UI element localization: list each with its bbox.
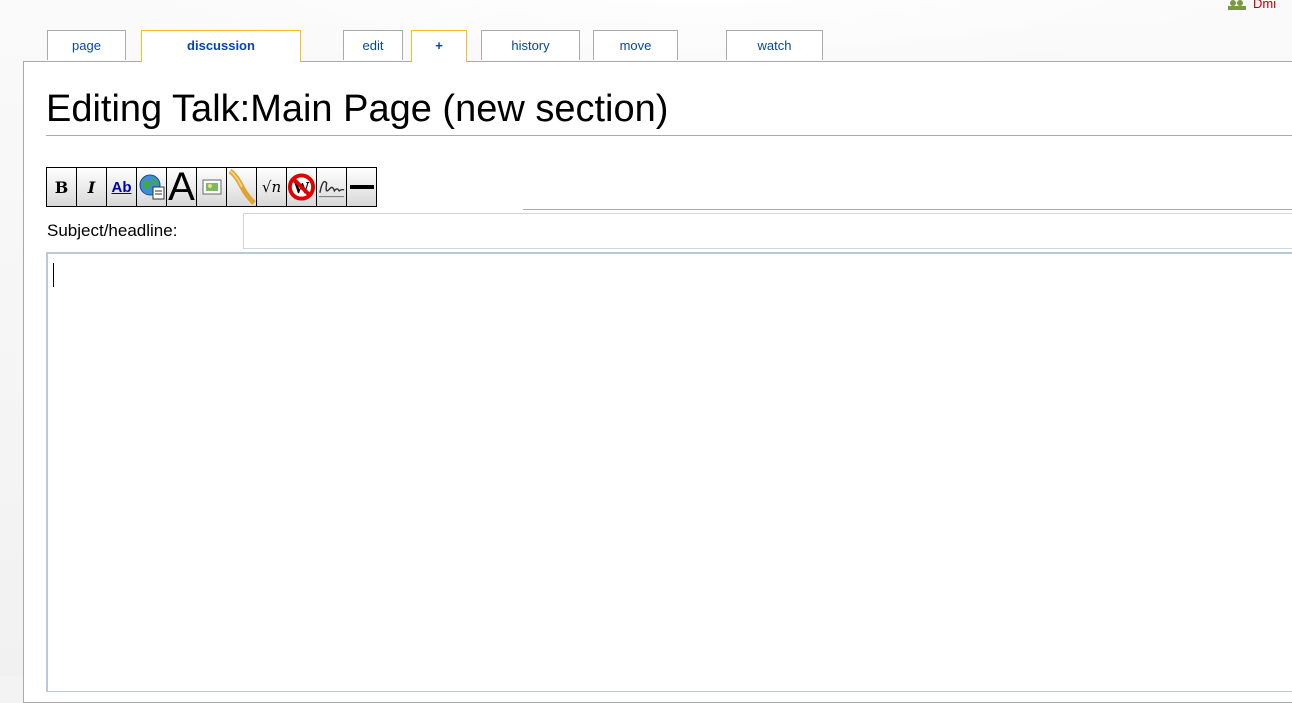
internal-link-button[interactable]: Ab (107, 168, 136, 206)
horizontal-line-icon (349, 185, 374, 189)
bold-icon: B (54, 177, 69, 197)
toolbar-divider (523, 209, 1292, 210)
subject-input[interactable] (243, 213, 1292, 249)
media-icon (228, 169, 256, 205)
nowiki-icon: W (287, 173, 316, 201)
globe-link-icon (139, 174, 164, 200)
math-icon: √n (261, 178, 282, 196)
subject-label: Subject/headline: (47, 221, 178, 240)
signature-button[interactable] (317, 168, 346, 206)
user-icon (1227, 0, 1247, 10)
page-title: Editing Talk:Main Page (new section) (46, 86, 1292, 136)
image-icon (202, 179, 221, 195)
media-button[interactable] (227, 168, 256, 206)
internal-link-icon: Ab (111, 178, 132, 196)
bold-button[interactable]: B (47, 168, 76, 206)
italic-icon: I (87, 177, 96, 197)
headline-button[interactable]: A (167, 165, 196, 209)
tab-history[interactable]: history (481, 30, 580, 60)
external-link-button[interactable] (137, 168, 166, 206)
edit-textarea[interactable] (46, 252, 1292, 692)
tab-discussion[interactable]: discussion (141, 30, 301, 62)
user-link[interactable]: Dmi (1227, 0, 1276, 11)
tab-page[interactable]: page (47, 30, 126, 60)
text-caret (53, 263, 54, 287)
signature-icon (318, 180, 345, 198)
math-button[interactable]: √n (257, 168, 286, 206)
italic-button[interactable]: I (77, 168, 106, 206)
tab-move[interactable]: move (593, 30, 678, 60)
tab-watch[interactable]: watch (726, 30, 823, 60)
user-name[interactable]: Dmi (1253, 0, 1276, 11)
headline-icon: A (168, 165, 195, 209)
tab-edit[interactable]: edit (343, 30, 403, 60)
image-button[interactable] (197, 168, 226, 206)
edit-toolbar: B I Ab A √n (46, 167, 377, 207)
tab-new-section[interactable]: + (411, 30, 467, 62)
nowiki-button[interactable]: W (287, 168, 316, 206)
horizontal-line-button[interactable] (347, 168, 376, 206)
